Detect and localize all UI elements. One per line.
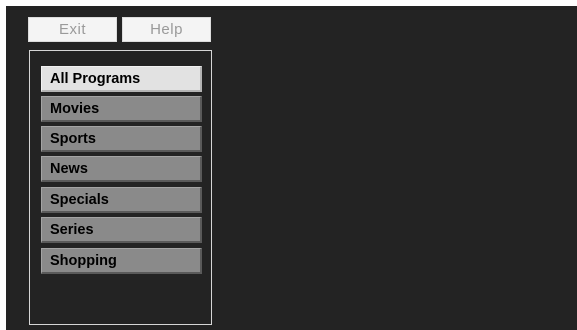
menu-item-series[interactable]: Series <box>41 217 202 243</box>
menu-item-news[interactable]: News <box>41 156 202 182</box>
exit-button[interactable]: Exit <box>28 17 117 42</box>
menu-item-sports[interactable]: Sports <box>41 126 202 152</box>
menu-item-specials[interactable]: Specials <box>41 187 202 213</box>
menu-item-all-programs[interactable]: All Programs <box>41 66 202 92</box>
menu-item-movies[interactable]: Movies <box>41 96 202 122</box>
category-menu-panel: All Programs Movies Sports News Specials… <box>29 50 212 325</box>
help-button[interactable]: Help <box>122 17 211 42</box>
menu-item-shopping[interactable]: Shopping <box>41 248 202 274</box>
